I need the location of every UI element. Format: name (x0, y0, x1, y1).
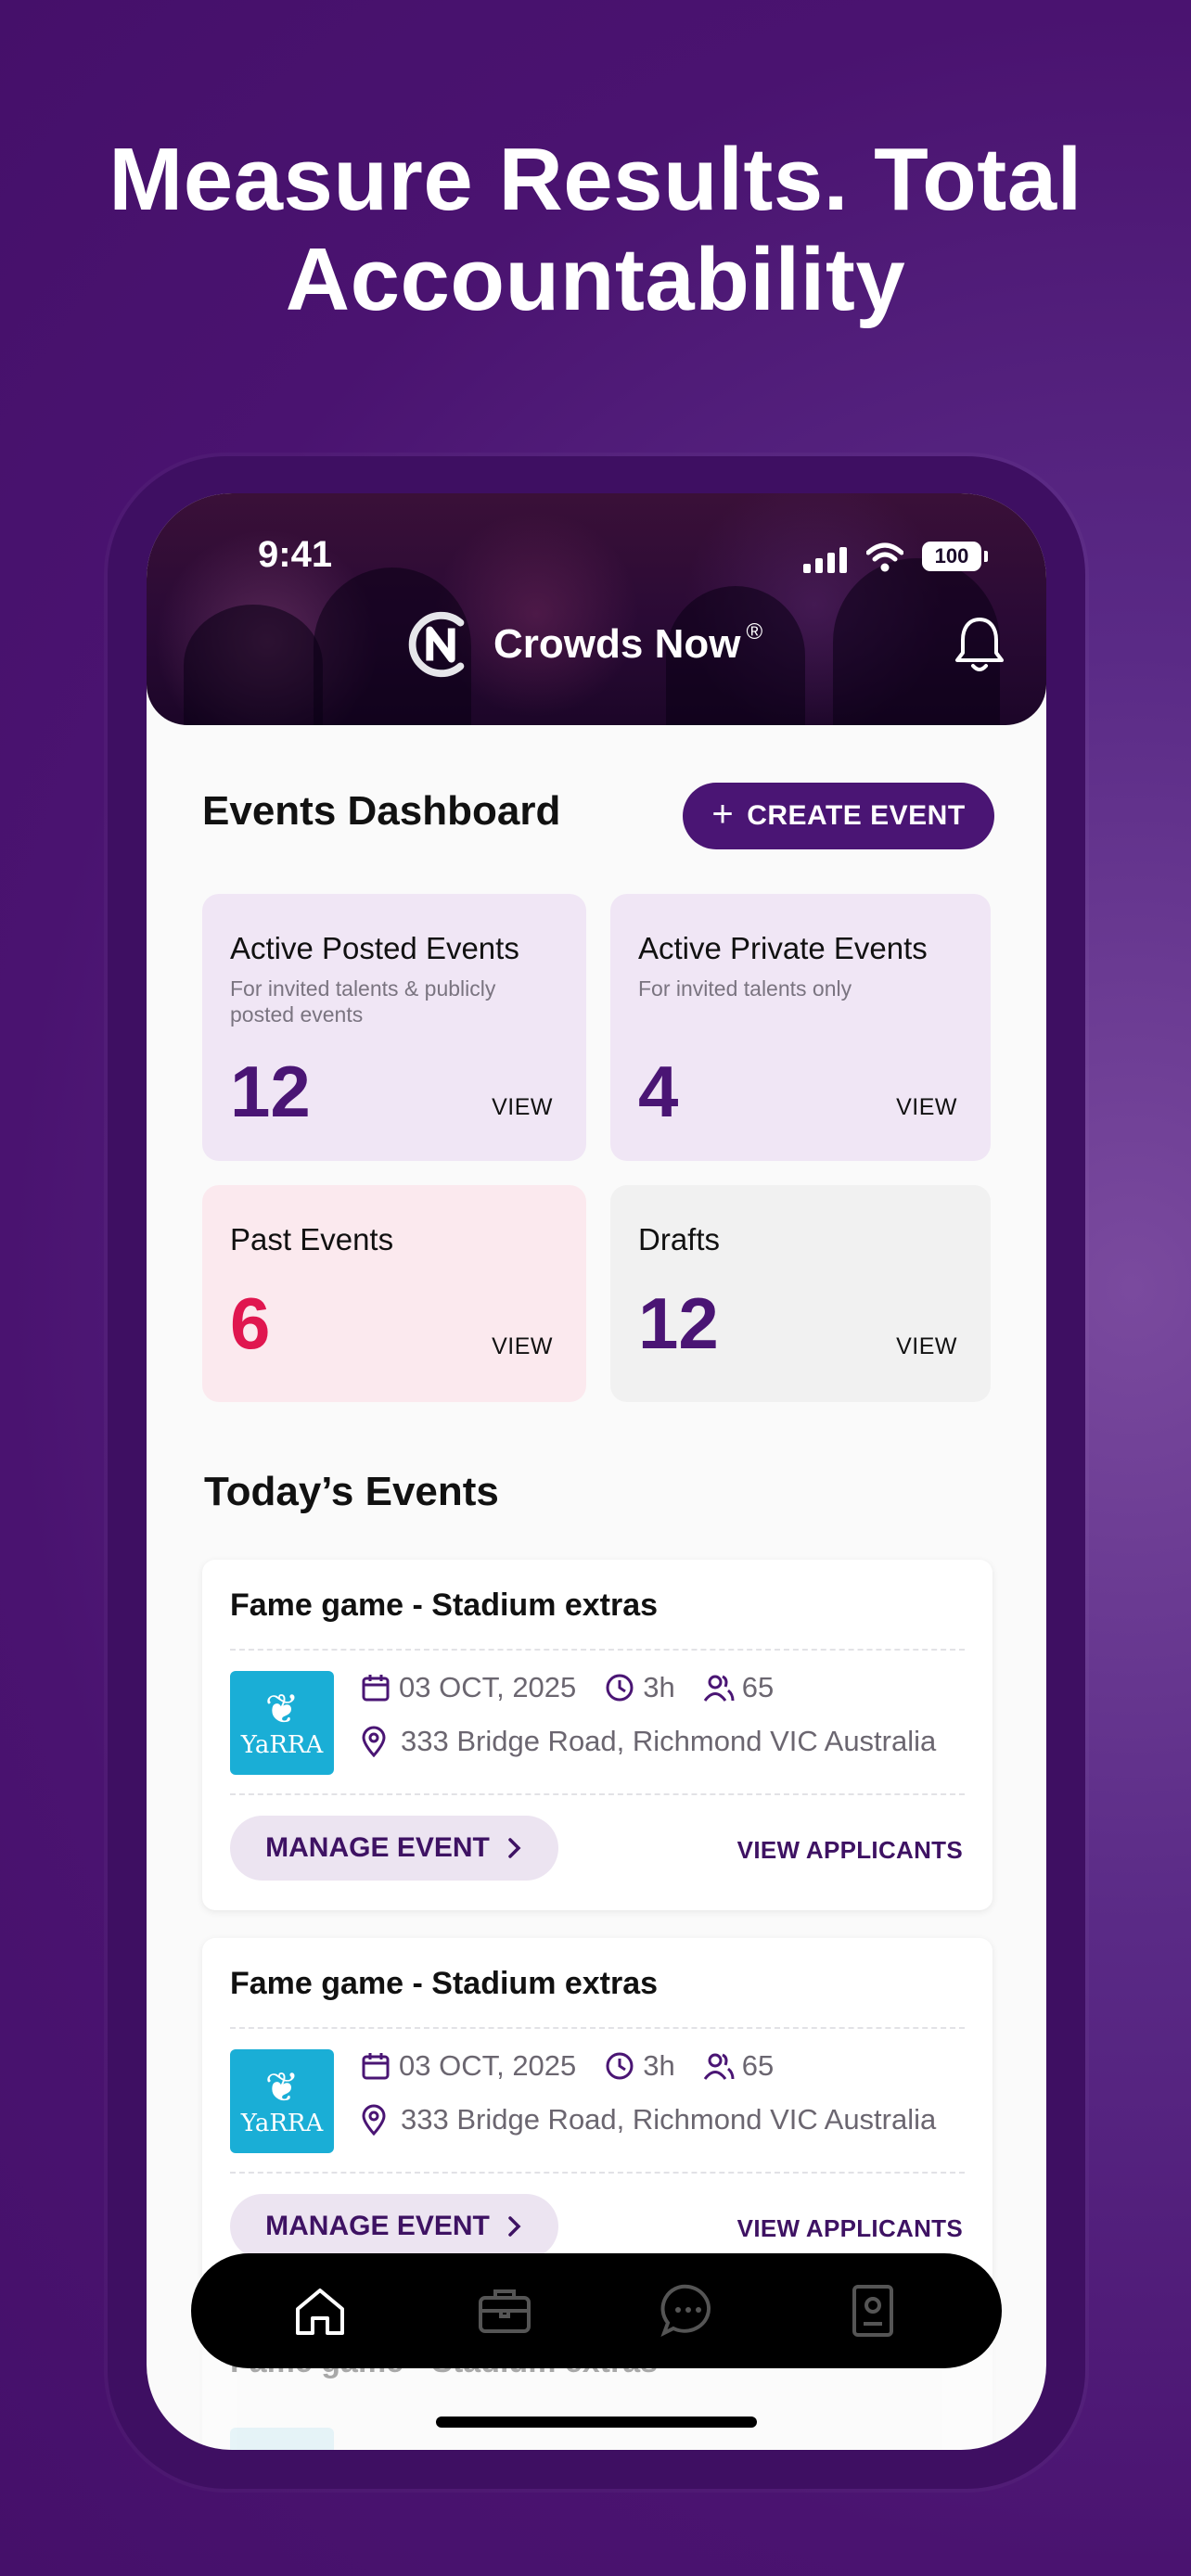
tab-home[interactable] (288, 2278, 352, 2343)
manage-event-label: MANAGE EVENT (265, 1832, 490, 1863)
brand-name: Crowds Now (493, 621, 741, 667)
status-time: 9:41 (258, 534, 333, 575)
event-date: 03 OCT, 2025 (399, 2049, 577, 2082)
calendar-icon (362, 2053, 390, 2080)
event-people-count: 65 (741, 1671, 775, 1703)
logo-text: YaRRA (240, 2110, 324, 2137)
event-location: 333 Bridge Road, Richmond VIC Australia (360, 2103, 936, 2136)
bottom-tab-bar (191, 2253, 1002, 2368)
card-subtitle: For invited talents only (638, 976, 852, 1001)
card-title: Drafts (638, 1222, 721, 1256)
card-title: Active Posted Events (230, 931, 519, 965)
cellular-signal-icon (803, 545, 847, 573)
event-address: 333 Bridge Road, Richmond VIC Australia (401, 1725, 937, 1757)
event-card[interactable]: Fame game - Stadium extras ❦ YaRRA 03 OC… (202, 1938, 992, 2289)
clock-icon (606, 1674, 634, 1702)
create-event-label: CREATE EVENT (747, 800, 966, 831)
divider (230, 2027, 965, 2029)
card-count: 4 (638, 1051, 679, 1132)
people-icon (703, 2053, 735, 2080)
manage-event-button[interactable]: MANAGE EVENT (230, 1816, 558, 1881)
card-count: 6 (230, 1282, 271, 1364)
stat-card-drafts[interactable]: Drafts 12 VIEW (610, 1185, 991, 1402)
event-location: 333 Bridge Road, Richmond VIC Australia (360, 1725, 936, 1758)
crowds-now-logo-icon (408, 611, 465, 678)
tab-messages[interactable] (656, 2278, 721, 2343)
people-icon (703, 1675, 735, 1702)
battery-level: 100 (934, 544, 969, 567)
manage-event-button[interactable]: MANAGE EVENT (230, 2194, 558, 2259)
event-duration: 3h (643, 2049, 675, 2082)
profile-card-icon (852, 2285, 893, 2337)
event-title: Fame game - Stadium extras (230, 1588, 659, 1623)
logo-text: YaRRA (240, 1731, 324, 1759)
battery-icon: 100 (922, 542, 988, 571)
marketing-headline: Measure Results. Total Accountability (109, 130, 1082, 329)
status-bar: 9:41 100 (147, 530, 1046, 586)
card-view-link[interactable]: VIEW (896, 1333, 957, 1360)
home-icon (296, 2289, 345, 2335)
divider (230, 2172, 965, 2174)
view-applicants-link[interactable]: VIEW APPLICANTS (737, 1836, 963, 1865)
briefcase-icon (478, 2289, 531, 2333)
tab-profile[interactable] (840, 2278, 905, 2343)
manage-event-label: MANAGE EVENT (265, 2211, 490, 2241)
app-screen: 9:41 100 Crowds Now ® Events Dashboard +… (147, 493, 1046, 2450)
card-title: Past Events (230, 1222, 394, 1256)
plus-icon: + (711, 794, 735, 835)
event-people-count: 65 (741, 2049, 775, 2082)
event-date: 03 OCT, 2025 (399, 1671, 577, 1703)
todays-events-title: Today’s Events (204, 1469, 499, 1514)
create-event-button[interactable]: + CREATE EVENT (683, 783, 994, 849)
event-duration: 3h (643, 1671, 675, 1703)
location-pin-icon (362, 2104, 386, 2136)
event-title: Fame game - Stadium extras (230, 1966, 659, 2001)
card-count: 12 (230, 1051, 311, 1132)
event-organizer-logo (230, 2428, 334, 2450)
calendar-icon (362, 1675, 390, 1702)
event-meta: 03 OCT, 2025 3h 65 (360, 1671, 774, 1704)
chevron-right-icon (508, 1838, 521, 1858)
registered-mark: ® (746, 619, 763, 644)
event-address: 333 Bridge Road, Richmond VIC Australia (401, 2103, 937, 2136)
card-view-link[interactable]: VIEW (492, 1333, 553, 1360)
brand: Crowds Now ® (404, 603, 762, 686)
stat-card-past-events[interactable]: Past Events 6 VIEW (202, 1185, 586, 1402)
home-indicator[interactable] (436, 2417, 757, 2428)
dashboard-title: Events Dashboard (202, 788, 561, 834)
wifi-icon (866, 542, 903, 572)
chat-icon (660, 2284, 711, 2338)
event-organizer-logo: ❦ YaRRA (230, 1671, 334, 1775)
stat-card-active-posted[interactable]: Active Posted Events For invited talents… (202, 894, 586, 1161)
notification-bell-icon[interactable] (952, 614, 1007, 675)
divider (230, 1649, 965, 1651)
card-view-link[interactable]: VIEW (896, 1094, 957, 1121)
card-subtitle: For invited talents & publicly posted ev… (230, 976, 496, 1027)
divider (230, 1793, 965, 1795)
tab-jobs[interactable] (472, 2278, 537, 2343)
stat-card-active-private[interactable]: Active Private Events For invited talent… (610, 894, 991, 1161)
card-count: 12 (638, 1282, 719, 1364)
clock-icon (606, 2052, 634, 2080)
card-view-link[interactable]: VIEW (492, 1094, 553, 1121)
chevron-right-icon (508, 2216, 521, 2237)
app-header: 9:41 100 Crowds Now ® (147, 493, 1046, 725)
event-organizer-logo: ❦ YaRRA (230, 2049, 334, 2153)
event-card[interactable]: Fame game - Stadium extras ❦ YaRRA 03 OC… (202, 1560, 992, 1910)
card-title: Active Private Events (638, 931, 928, 965)
event-meta: 03 OCT, 2025 3h 65 (360, 2049, 774, 2083)
view-applicants-link[interactable]: VIEW APPLICANTS (737, 2214, 963, 2243)
location-pin-icon (362, 1726, 386, 1757)
